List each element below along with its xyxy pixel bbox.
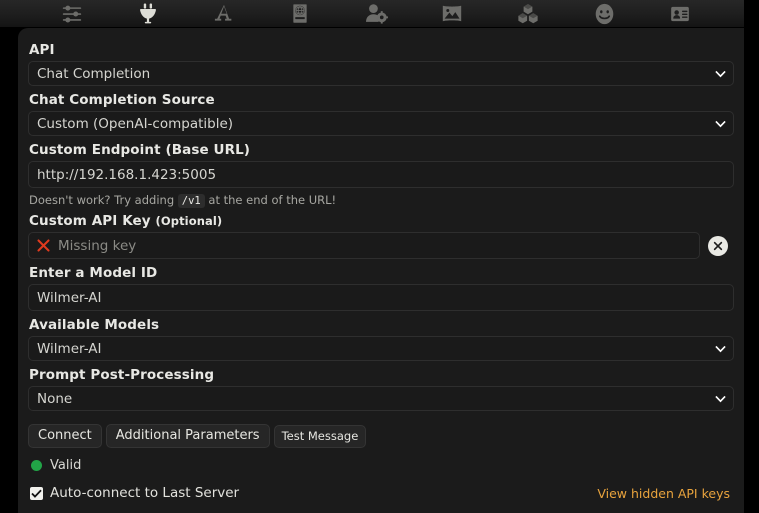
prompt-post-processing-select-wrap: None <box>28 386 734 411</box>
prompt-post-processing-label: Prompt Post-Processing <box>29 367 215 383</box>
custom-api-key-label-text: Custom API Key <box>29 213 151 229</box>
plug-icon <box>140 2 156 23</box>
connect-button[interactable]: Connect <box>28 424 102 448</box>
prompt-post-processing-select[interactable]: None <box>28 386 734 411</box>
top-tab-bar <box>0 0 744 28</box>
available-models-select-wrap: Wilmer-AI <box>28 336 734 361</box>
app-root: API Chat Completion Chat Completion Sour… <box>0 0 759 513</box>
tab-backgrounds[interactable] <box>435 1 469 27</box>
tab-world-info[interactable] <box>283 1 317 27</box>
custom-api-key-input[interactable]: Missing key <box>28 232 700 259</box>
tab-user-settings[interactable] <box>359 1 393 27</box>
custom-api-key-placeholder: Missing key <box>58 237 137 254</box>
additional-parameters-button[interactable]: Additional Parameters <box>105 424 270 448</box>
api-select-wrap: Chat Completion <box>28 61 734 86</box>
api-label: API <box>29 42 55 58</box>
id-card-icon <box>671 6 689 21</box>
chat-completion-source-label: Chat Completion Source <box>29 92 215 108</box>
auto-connect-label: Auto-connect to Last Server <box>50 485 240 501</box>
x-mark-icon <box>37 239 50 252</box>
tab-advanced-formatting[interactable] <box>207 1 241 27</box>
api-select[interactable]: Chat Completion <box>28 61 734 86</box>
image-icon <box>442 5 462 22</box>
font-letter-a-icon <box>214 4 232 21</box>
test-message-button[interactable]: Test Message <box>273 424 367 448</box>
checkmark-icon <box>31 489 42 498</box>
world-info-book-icon <box>293 4 307 23</box>
close-icon <box>713 241 723 250</box>
hint-text-before: Doesn't work? Try adding <box>29 193 175 207</box>
custom-api-key-label: Custom API Key (Optional) <box>29 213 734 229</box>
tab-ai-response-configuration[interactable] <box>55 1 89 27</box>
hint-code-chip: /v1 <box>177 194 205 208</box>
model-id-input[interactable]: Wilmer-AI <box>28 284 734 311</box>
cubes-icon <box>518 4 538 24</box>
api-connections-panel: API Chat Completion Chat Completion Sour… <box>18 28 744 513</box>
sliders-icon <box>62 5 82 22</box>
smiley-face-icon <box>595 3 613 24</box>
auto-connect-row[interactable]: Auto-connect to Last Server <box>28 485 239 501</box>
custom-endpoint-label: Custom Endpoint (Base URL) <box>29 142 251 158</box>
status-text: Valid <box>50 458 82 473</box>
custom-api-key-optional-text: (Optional) <box>155 214 223 228</box>
connection-status: Valid <box>28 458 734 473</box>
tab-character-management[interactable] <box>663 1 697 27</box>
available-models-label: Available Models <box>29 317 160 333</box>
view-hidden-api-keys-link[interactable]: View hidden API keys <box>597 486 730 501</box>
status-dot-icon <box>31 460 42 471</box>
auto-connect-checkbox[interactable] <box>30 486 43 500</box>
tab-api-connections[interactable] <box>131 1 165 27</box>
available-models-select[interactable]: Wilmer-AI <box>28 336 734 361</box>
custom-endpoint-input[interactable]: http://192.168.1.423:5005 <box>28 161 734 188</box>
tab-persona-management[interactable] <box>587 1 621 27</box>
action-buttons-row: Connect Additional Parameters Test Messa… <box>28 424 734 448</box>
bottom-row: Auto-connect to Last Server View hidden … <box>28 485 734 501</box>
chat-completion-source-select-wrap: Custom (OpenAI-compatible) <box>28 111 734 136</box>
custom-api-key-row: Missing key <box>28 232 734 259</box>
chat-completion-source-select[interactable]: Custom (OpenAI-compatible) <box>28 111 734 136</box>
tab-extensions[interactable] <box>511 1 545 27</box>
clear-key-button[interactable] <box>708 235 728 256</box>
model-id-label: Enter a Model ID <box>29 265 158 281</box>
custom-endpoint-hint: Doesn't work? Try adding /v1 at the end … <box>29 193 734 208</box>
hint-text-after: at the end of the URL! <box>208 193 337 207</box>
user-gear-icon <box>365 4 388 24</box>
